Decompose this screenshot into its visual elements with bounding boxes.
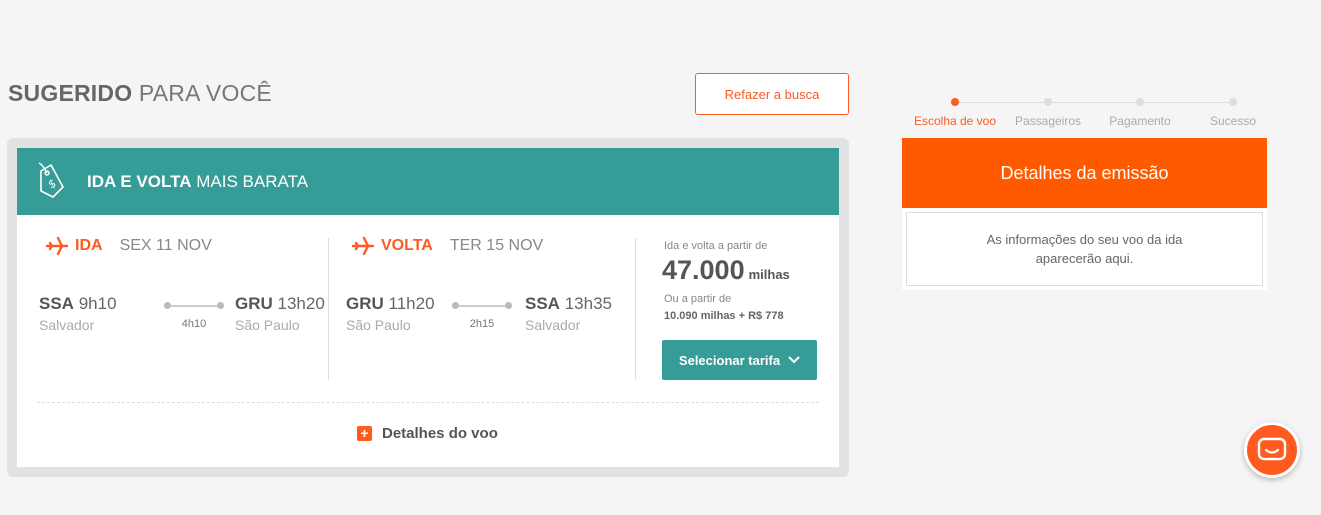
dest-code: GRU [235,294,273,313]
return-date: TER 15 NOV [449,237,544,254]
return-head: VOLTA TER 15 NOV [351,235,543,257]
origin-time: 11h20 [388,294,435,313]
outbound-origin: SSA 9h10 Salvador [39,294,117,333]
dest-code: SSA [525,294,560,313]
price-or-label: Ou a partir de [664,293,732,305]
svg-text:$: $ [46,176,58,191]
outbound-head: IDA SEX 11 NOV [45,235,212,257]
origin-city: Salvador [39,317,95,333]
emission-details-title: Detalhes da emissão [902,138,1267,208]
flight-card: $ IDA E VOLTA MAIS BARATA IDA SEX 11 NOV… [17,148,839,467]
outbound-label: IDA [75,237,103,254]
flight-details-link[interactable]: + Detalhes do voo [357,425,498,442]
plane-icon [351,236,375,256]
step-dot [1136,98,1144,106]
chat-button[interactable] [1244,422,1300,478]
flight-card-container: $ IDA E VOLTA MAIS BARATA IDA SEX 11 NOV… [7,138,849,477]
dest-time: 13h35 [564,294,612,313]
section-title-rest: PARA VOCÊ [138,80,272,106]
emission-details-text: As informações do seu voo da ida aparece… [906,212,1263,286]
card-header-title: IDA E VOLTA MAIS BARATA [87,172,308,192]
miles-value: 47.000 [662,255,745,285]
origin-code: SSA [39,294,74,313]
dashed-separator [37,402,819,403]
price-miles: 47.000 milhas [662,255,790,286]
return-leg: VOLTA TER 15 NOV GRU 11h20 São Paulo 2h1… [329,215,635,380]
card-header: $ IDA E VOLTA MAIS BARATA [17,148,839,215]
flight-details-label: Detalhes do voo [382,425,498,442]
price-from-label: Ida e volta a partir de [664,240,768,252]
emission-details-panel: As informações do seu voo da ida aparece… [902,208,1267,290]
divider [635,238,636,380]
chat-icon [1257,437,1287,461]
outbound-date: SEX 11 NOV [119,237,212,254]
outbound-destination: GRU 13h20 São Paulo [235,294,325,333]
step-success: Sucesso [1183,96,1283,128]
price-tag-icon: $ [38,161,64,198]
flight-timeline [452,302,512,309]
outbound-route: SSA 9h10 Salvador 4h10 GRU 13h20 São Pau… [39,294,329,344]
step-flight-choice: Escolha de voo [905,96,1005,128]
section-title: SUGERIDO PARA VOCÊ [8,80,272,107]
outbound-leg: IDA SEX 11 NOV SSA 9h10 Salvador 4h10 GR… [17,215,328,380]
progress-steps: Escolha de voo Passageiros Pagamento Suc… [902,96,1267,136]
step-label: Escolha de voo [913,114,997,128]
flight-timeline [164,302,224,309]
origin-city: São Paulo [346,317,411,333]
flight-duration: 2h15 [469,318,495,330]
dest-time: 13h20 [277,294,325,313]
origin-code: GRU [346,294,384,313]
step-passengers: Passageiros [998,96,1098,128]
price-box: Ida e volta a partir de 47.000 milhas Ou … [662,215,832,380]
return-destination: SSA 13h35 Salvador [525,294,612,333]
step-dot [1229,98,1237,106]
plus-icon: + [357,426,372,441]
card-header-rest: MAIS BARATA [196,171,309,191]
dest-city: Salvador [525,317,581,333]
return-origin: GRU 11h20 São Paulo [346,294,435,333]
step-label: Pagamento [1109,114,1171,128]
dest-city: São Paulo [235,317,300,333]
select-fare-button[interactable]: Selecionar tarifa [662,340,817,380]
step-label: Sucesso [1209,114,1257,128]
plane-icon [45,236,69,256]
return-route: GRU 11h20 São Paulo 2h15 SSA 13h35 Salva… [346,294,636,344]
price-alt: 10.090 milhas + R$ 778 [664,310,784,322]
step-payment: Pagamento [1090,96,1190,128]
return-label: VOLTA [381,237,433,254]
section-title-bold: SUGERIDO [8,80,133,106]
flight-duration: 4h10 [181,318,207,330]
select-fare-label: Selecionar tarifa [678,352,781,368]
origin-time: 9h10 [78,294,117,313]
chevron-down-icon [788,356,800,364]
step-dot [951,98,959,106]
miles-unit: milhas [748,267,790,282]
redo-search-button[interactable]: Refazer a busca [695,73,849,115]
step-label: Passageiros [1014,114,1082,128]
step-dot [1044,98,1052,106]
card-header-bold: IDA E VOLTA [87,171,192,191]
